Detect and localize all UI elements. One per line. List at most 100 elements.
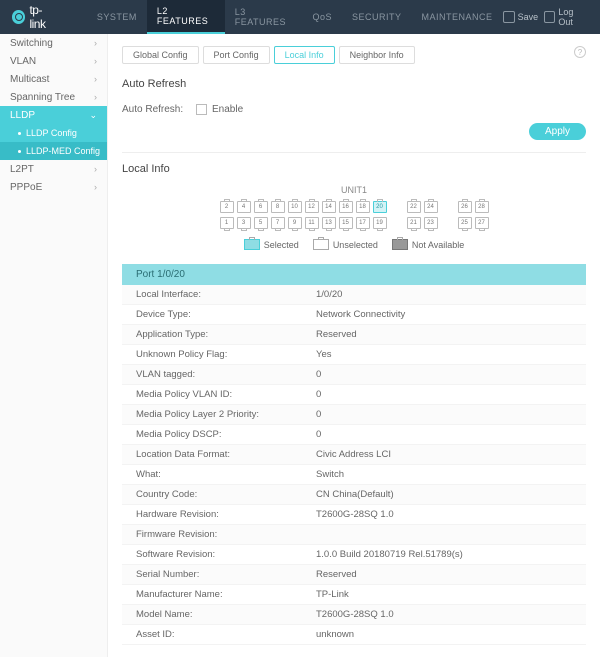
port-22[interactable]: 22: [407, 201, 421, 213]
sidebar-item-l2pt[interactable]: L2PT›: [0, 160, 107, 178]
info-key: Serial Number:: [136, 569, 316, 580]
port-17[interactable]: 17: [356, 217, 370, 229]
info-row: Media Policy DSCP:0: [122, 425, 586, 445]
port-2[interactable]: 2: [220, 201, 234, 213]
port-5[interactable]: 5: [254, 217, 268, 229]
section-local-info: Local Info: [122, 163, 586, 175]
enable-checkbox[interactable]: [196, 104, 207, 115]
info-row: Model Name:T2600G-28SQ 1.0: [122, 605, 586, 625]
port-19[interactable]: 19: [373, 217, 387, 229]
info-key: Device Type:: [136, 309, 316, 320]
topnav-item-system[interactable]: SYSTEM: [87, 0, 147, 34]
port-9[interactable]: 9: [288, 217, 302, 229]
chevron-right-icon: ›: [94, 164, 97, 174]
port-7[interactable]: 7: [271, 217, 285, 229]
legend-na: Not Available: [392, 239, 464, 250]
topnav-item-l3-features[interactable]: L3 FEATURES: [225, 0, 303, 34]
info-table: Local Interface:1/0/20Device Type:Networ…: [122, 285, 586, 645]
tab-port-config[interactable]: Port Config: [203, 46, 270, 64]
topnav-item-maintenance[interactable]: MAINTENANCE: [412, 0, 503, 34]
port-24[interactable]: 24: [424, 201, 438, 213]
info-key: Country Code:: [136, 489, 316, 500]
info-row: Unknown Policy Flag:Yes: [122, 345, 586, 365]
legend-unselected: Unselected: [313, 239, 378, 250]
info-row: Device Type:Network Connectivity: [122, 305, 586, 325]
info-key: Asset ID:: [136, 629, 316, 640]
info-header: Port 1/0/20: [122, 264, 586, 285]
port-8[interactable]: 8: [271, 201, 285, 213]
info-value: T2600G-28SQ 1.0: [316, 509, 394, 520]
chevron-right-icon: ›: [94, 56, 97, 66]
info-value: Reserved: [316, 329, 357, 340]
info-row: Application Type:Reserved: [122, 325, 586, 345]
sidebar-sub-lldp-med-config[interactable]: LLDP-MED Config: [0, 142, 107, 160]
port-20[interactable]: 20: [373, 201, 387, 213]
info-key: Media Policy Layer 2 Priority:: [136, 409, 316, 420]
port-18[interactable]: 18: [356, 201, 370, 213]
port-23[interactable]: 23: [424, 217, 438, 229]
port-4[interactable]: 4: [237, 201, 251, 213]
port-3[interactable]: 3: [237, 217, 251, 229]
apply-button[interactable]: Apply: [529, 123, 586, 140]
divider: [122, 152, 586, 153]
port-6[interactable]: 6: [254, 201, 268, 213]
sidebar-item-lldp[interactable]: LLDP⌄: [0, 106, 107, 124]
info-value: 0: [316, 429, 321, 440]
info-value: Yes: [316, 349, 332, 360]
help-icon[interactable]: ?: [574, 46, 586, 58]
port-1[interactable]: 1: [220, 217, 234, 229]
info-row: Firmware Revision:: [122, 525, 586, 545]
brand-text: tp-link: [29, 3, 56, 31]
topnav-item-qos[interactable]: QoS: [303, 0, 343, 34]
tab-neighbor-info[interactable]: Neighbor Info: [339, 46, 415, 64]
port-11[interactable]: 11: [305, 217, 319, 229]
info-key: Location Data Format:: [136, 449, 316, 460]
enable-label: Enable: [212, 104, 243, 115]
port-13[interactable]: 13: [322, 217, 336, 229]
port-legend: Selected Unselected Not Available: [122, 239, 586, 250]
sidebar-item-pppoe[interactable]: PPPoE›: [0, 178, 107, 196]
section-auto-refresh: Auto Refresh: [122, 78, 586, 90]
info-key: Software Revision:: [136, 549, 316, 560]
info-value: 0: [316, 369, 321, 380]
port-21[interactable]: 21: [407, 217, 421, 229]
info-value: Switch: [316, 469, 344, 480]
info-value: CN China(Default): [316, 489, 394, 500]
info-row: Software Revision:1.0.0 Build 20180719 R…: [122, 545, 586, 565]
sidebar-item-vlan[interactable]: VLAN›: [0, 52, 107, 70]
port-28[interactable]: 28: [475, 201, 489, 213]
port-26[interactable]: 26: [458, 201, 472, 213]
info-value: 0: [316, 409, 321, 420]
logout-action[interactable]: Log Out: [544, 7, 588, 27]
port-15[interactable]: 15: [339, 217, 353, 229]
port-14[interactable]: 14: [322, 201, 336, 213]
info-key: What:: [136, 469, 316, 480]
sidebar-item-multicast[interactable]: Multicast›: [0, 70, 107, 88]
port-10[interactable]: 10: [288, 201, 302, 213]
save-icon: [503, 11, 515, 23]
port-16[interactable]: 16: [339, 201, 353, 213]
info-value: 0: [316, 389, 321, 400]
info-value: Network Connectivity: [316, 309, 405, 320]
info-row: VLAN tagged:0: [122, 365, 586, 385]
topnav-item-l2-features[interactable]: L2 FEATURES: [147, 0, 225, 34]
port-27[interactable]: 27: [475, 217, 489, 229]
brand-icon: [12, 10, 25, 24]
logout-icon: [544, 11, 555, 23]
tab-global-config[interactable]: Global Config: [122, 46, 199, 64]
port-12[interactable]: 12: [305, 201, 319, 213]
logout-label: Log Out: [558, 7, 588, 27]
chevron-right-icon: ›: [94, 92, 97, 102]
sidebar-item-spanning-tree[interactable]: Spanning Tree›: [0, 88, 107, 106]
sidebar-sub-lldp-config[interactable]: LLDP Config: [0, 124, 107, 142]
top-nav: SYSTEML2 FEATURESL3 FEATURESQoSSECURITYM…: [87, 0, 503, 34]
port-25[interactable]: 25: [458, 217, 472, 229]
tab-local-info[interactable]: Local Info: [274, 46, 335, 64]
topnav-item-security[interactable]: SECURITY: [342, 0, 412, 34]
info-value: Civic Address LCI: [316, 449, 391, 460]
sidebar-item-switching[interactable]: Switching›: [0, 34, 107, 52]
config-tabs: Global ConfigPort ConfigLocal InfoNeighb…: [122, 46, 586, 64]
save-action[interactable]: Save: [503, 11, 539, 23]
info-key: VLAN tagged:: [136, 369, 316, 380]
auto-refresh-row: Auto Refresh: Enable: [122, 100, 586, 119]
